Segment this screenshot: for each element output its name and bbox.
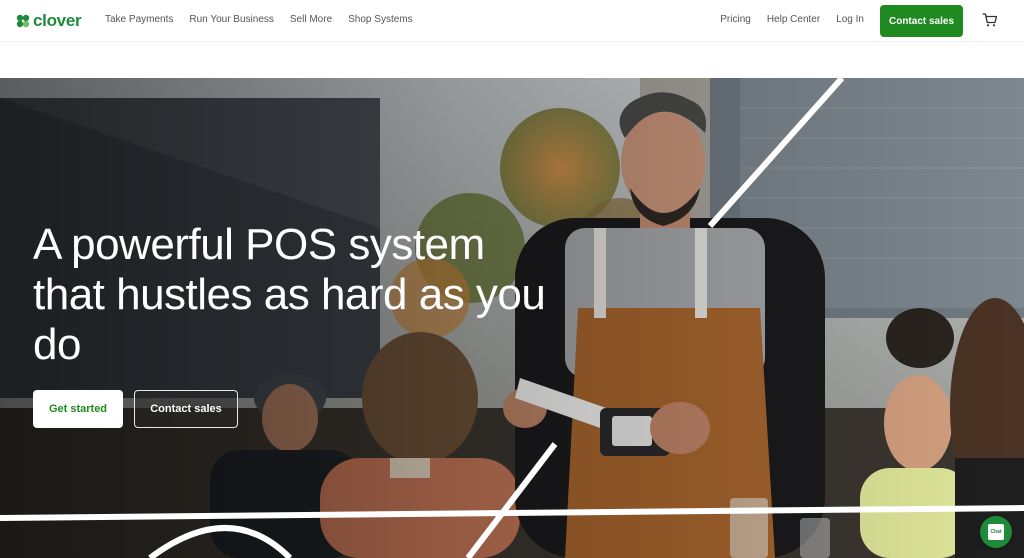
secondary-nav: Pricing Help Center Log In bbox=[720, 14, 864, 25]
clover-leaf-icon bbox=[16, 14, 30, 28]
hero-contact-sales-button[interactable]: Contact sales bbox=[134, 390, 238, 428]
site-header: clover Take Payments Run Your Business S… bbox=[0, 0, 1024, 42]
cart-icon[interactable] bbox=[982, 12, 998, 28]
nav-help-center[interactable]: Help Center bbox=[767, 14, 820, 25]
chat-icon: Chat bbox=[988, 524, 1004, 540]
hero-headline: A powerful POS system that hustles as ha… bbox=[33, 220, 546, 369]
get-started-button[interactable]: Get started bbox=[33, 390, 123, 428]
chat-widget-button[interactable]: Chat bbox=[980, 516, 1012, 548]
clover-logo[interactable]: clover bbox=[16, 11, 82, 31]
chat-label: Chat bbox=[990, 528, 1002, 535]
logo-text: clover bbox=[33, 11, 82, 30]
nav-log-in[interactable]: Log In bbox=[836, 14, 864, 25]
nav-shop-systems[interactable]: Shop Systems bbox=[348, 14, 412, 25]
hero-section: A powerful POS system that hustles as ha… bbox=[0, 78, 1024, 558]
primary-nav: Take Payments Run Your Business Sell Mor… bbox=[105, 14, 413, 25]
nav-run-your-business[interactable]: Run Your Business bbox=[189, 14, 274, 25]
nav-pricing[interactable]: Pricing bbox=[720, 14, 751, 25]
nav-sell-more[interactable]: Sell More bbox=[290, 14, 332, 25]
nav-take-payments[interactable]: Take Payments bbox=[105, 14, 173, 25]
header-contact-sales-button[interactable]: Contact sales bbox=[880, 5, 963, 37]
